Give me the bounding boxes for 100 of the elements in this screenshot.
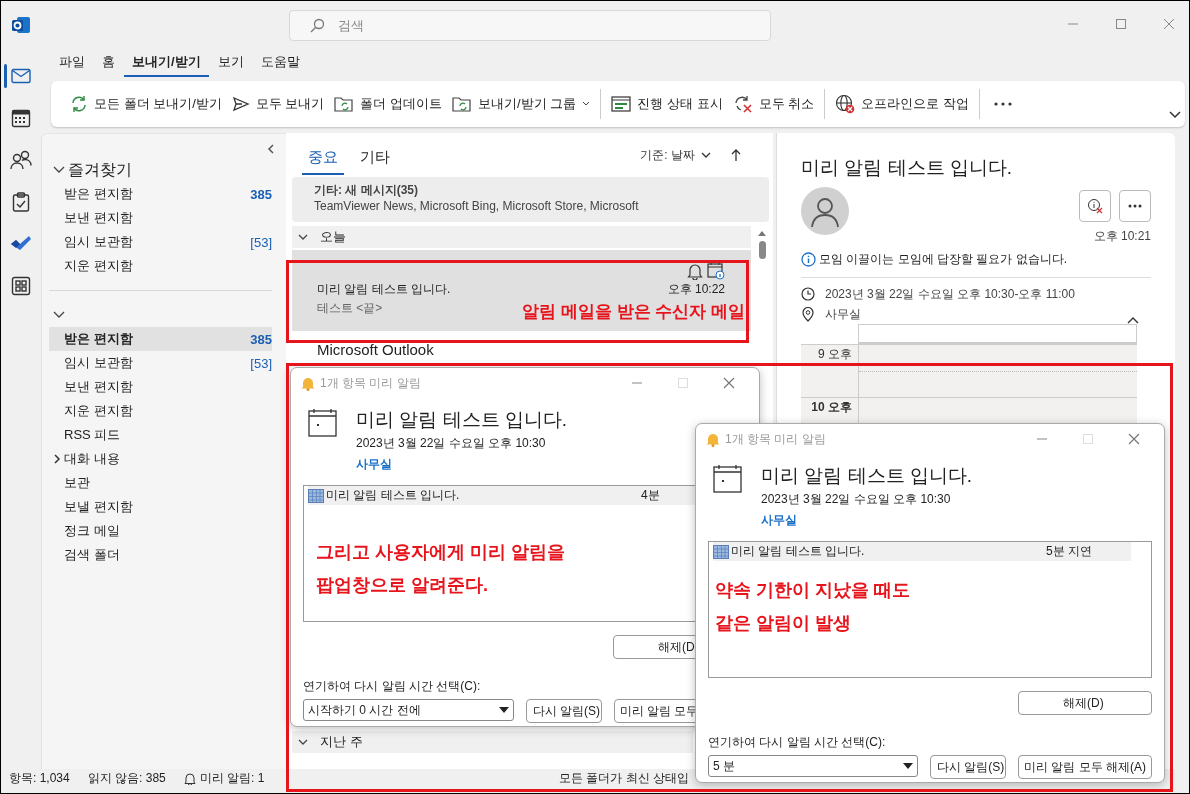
caret-icon xyxy=(582,101,591,107)
calendar-icon xyxy=(11,108,31,128)
app-logo-icon xyxy=(11,15,31,35)
folder-item[interactable]: 정크 메일 xyxy=(49,519,272,543)
calendar-icon xyxy=(308,408,338,438)
message-preview: 테스트 <끝> xyxy=(317,300,383,317)
people-icon xyxy=(10,150,32,170)
dismiss-all-button[interactable]: 미리 알림 모두 해제(A) xyxy=(1018,755,1152,779)
menu-tab[interactable]: 도움말 xyxy=(252,51,308,77)
ribbon-button[interactable]: 보내기/받기 그룹 xyxy=(447,88,596,120)
arrow-up-icon[interactable] xyxy=(731,148,741,162)
ribbon-button[interactable]: 모든 폴더 보내기/받기 xyxy=(65,88,227,120)
chevron-down-icon xyxy=(701,151,711,159)
banner-senders: TeamViewer News, Microsoft Bing, Microsoft Store, Microsoft xyxy=(314,199,640,213)
folder-item[interactable]: 받은 편지함 385 xyxy=(49,327,272,351)
location-pin-icon xyxy=(801,306,815,322)
status-text: 읽지 않음: 385 xyxy=(87,771,166,786)
ribbon-button[interactable]: 모두 취소 xyxy=(727,88,820,120)
chevron-left-icon[interactable] xyxy=(267,144,275,154)
section-title: 즐겨찾기 xyxy=(68,159,132,180)
annotation-text: 그리고 사용자에게 미리 알림을 xyxy=(316,541,565,563)
calendar-grid-icon xyxy=(308,488,324,503)
chevron-up-icon[interactable] xyxy=(1127,316,1139,324)
folder-item[interactable]: 임시 보관함 [53] xyxy=(49,230,272,254)
checkmark-icon xyxy=(10,235,32,253)
snooze-button[interactable]: 다시 알림(S) xyxy=(525,699,602,723)
info-icon xyxy=(801,252,816,267)
ribbon-button[interactable]: 진행 상태 표시 xyxy=(606,88,728,120)
annotation-text: 약속 기한이 지났을 때도 xyxy=(715,579,910,601)
avatar-icon xyxy=(801,187,849,235)
globe-offline-icon xyxy=(835,94,856,114)
banner-title: 기타: 새 메시지(35) xyxy=(314,182,419,199)
chevron-down-icon[interactable] xyxy=(53,166,65,174)
window-title: 1개 항목 미리 알림 xyxy=(725,430,826,448)
info-text: 모임 이끌이는 모임에 답장할 필요가 없습니다. xyxy=(819,251,1067,268)
folder-item[interactable]: 검색 폴더 xyxy=(49,543,272,567)
window-title: 1개 항목 미리 알림 xyxy=(320,374,421,392)
chevron-right-icon[interactable] xyxy=(53,454,61,464)
folder-item[interactable]: 보관 xyxy=(49,471,272,495)
sync-cancel-icon xyxy=(732,94,753,114)
message-subject: 미리 알림 테스트 입니다. xyxy=(317,281,451,298)
sync-icon xyxy=(70,95,88,113)
progress-window-icon xyxy=(611,95,632,113)
focus-tab[interactable]: 기타 xyxy=(354,143,396,175)
other-messages-banner[interactable]: 기타: 새 메시지(35) TeamViewer News, Microsoft Bing, Microsoft Store, Microsoft xyxy=(292,177,769,222)
folder-item[interactable]: 대화 내용 xyxy=(49,447,272,471)
chevron-down-icon[interactable] xyxy=(53,311,65,319)
close-icon[interactable] xyxy=(723,377,735,389)
message-item[interactable]: 미리 알림 테스트 입니다. 오후 10:22 테스트 <끝> 알림 메일을 받은 수신자 메일 xyxy=(292,250,751,331)
folder-item[interactable]: 보낸 편지함 xyxy=(49,375,272,399)
reminder-row[interactable]: 미리 알림 테스트 입니다. 5분 지연 xyxy=(713,542,1131,561)
more-icon[interactable] xyxy=(992,101,1013,107)
ribbon-button[interactable]: 오프라인으로 작업 xyxy=(830,88,974,120)
chevron-down-icon[interactable] xyxy=(1169,111,1181,119)
bell-icon xyxy=(183,772,196,785)
scroll-up-icon[interactable] xyxy=(757,230,767,237)
folder-item[interactable]: 임시 보관함 [53] xyxy=(49,351,272,375)
status-text: 미리 알림: 1 xyxy=(199,771,265,786)
maximize-icon[interactable] xyxy=(1115,18,1127,30)
bell-icon xyxy=(301,375,315,391)
reminder-subject: 미리 알림 테스트 입니다. xyxy=(761,464,973,488)
ribbon-button[interactable]: 모두 보내기 xyxy=(226,88,330,120)
folder-item[interactable]: 받은 편지함 385 xyxy=(49,182,272,206)
reminder-subject: 미리 알림 테스트 입니다. xyxy=(356,408,568,432)
message-time: 오후 10:21 xyxy=(1093,228,1151,245)
menu-tab[interactable]: 보기 xyxy=(209,51,252,77)
ribbon-button[interactable]: 폴더 업데이트 xyxy=(329,88,448,120)
menu-tab[interactable]: 홈 xyxy=(94,51,123,77)
close-icon[interactable] xyxy=(1128,433,1140,445)
meeting-location: 사무실 xyxy=(825,305,861,323)
info-remove-button[interactable] xyxy=(1079,190,1111,222)
folder-item[interactable]: 보낼 편지함 xyxy=(49,495,272,519)
group-header[interactable]: 지난 주 xyxy=(292,731,693,753)
snooze-dropdown[interactable]: 5 분 xyxy=(708,755,918,777)
sort-button[interactable]: 기준: 날짜 xyxy=(634,145,717,165)
snooze-dropdown[interactable]: 시작하기 0 시간 전에 xyxy=(303,699,514,721)
group-header[interactable]: 오늘 xyxy=(292,226,751,248)
bell-icon xyxy=(706,431,720,447)
search-field[interactable]: 검색 xyxy=(289,9,771,41)
hour-label: 9 오후 xyxy=(817,347,853,361)
folder-item[interactable]: 지운 편지함 xyxy=(49,399,272,423)
clipboard-check-icon xyxy=(12,192,30,212)
focus-tab[interactable]: 중요 xyxy=(302,143,344,175)
clock-icon xyxy=(801,287,815,301)
snooze-label: 연기하여 다시 알림 시간 선택(C): xyxy=(303,678,482,695)
menu-tab[interactable]: 보내기/받기 xyxy=(124,51,209,77)
close-icon[interactable] xyxy=(1163,18,1175,30)
meeting-time: 2023년 3월 22일 수요일 오후 10:30-오후 11:00 xyxy=(825,285,1075,303)
message-item[interactable]: Microsoft Outlook xyxy=(292,331,751,361)
folder-item[interactable]: 지운 편지함 xyxy=(49,254,272,278)
folder-item[interactable]: 보낸 편지함 xyxy=(49,206,272,230)
caret-icon xyxy=(498,707,509,713)
folder-item[interactable]: RSS 피드 xyxy=(49,423,272,447)
menu-tab[interactable]: 파일 xyxy=(51,51,93,77)
reminder-time: 2023년 3월 22일 수요일 오후 10:30 xyxy=(356,435,547,452)
message-title: 미리 알림 테스트 입니다. xyxy=(801,156,1014,180)
snooze-button[interactable]: 다시 알림(S) xyxy=(930,755,1006,779)
dismiss-button[interactable]: 해제(D) xyxy=(1018,691,1152,715)
calendar-icon xyxy=(713,464,743,494)
apps-icon xyxy=(11,276,31,296)
